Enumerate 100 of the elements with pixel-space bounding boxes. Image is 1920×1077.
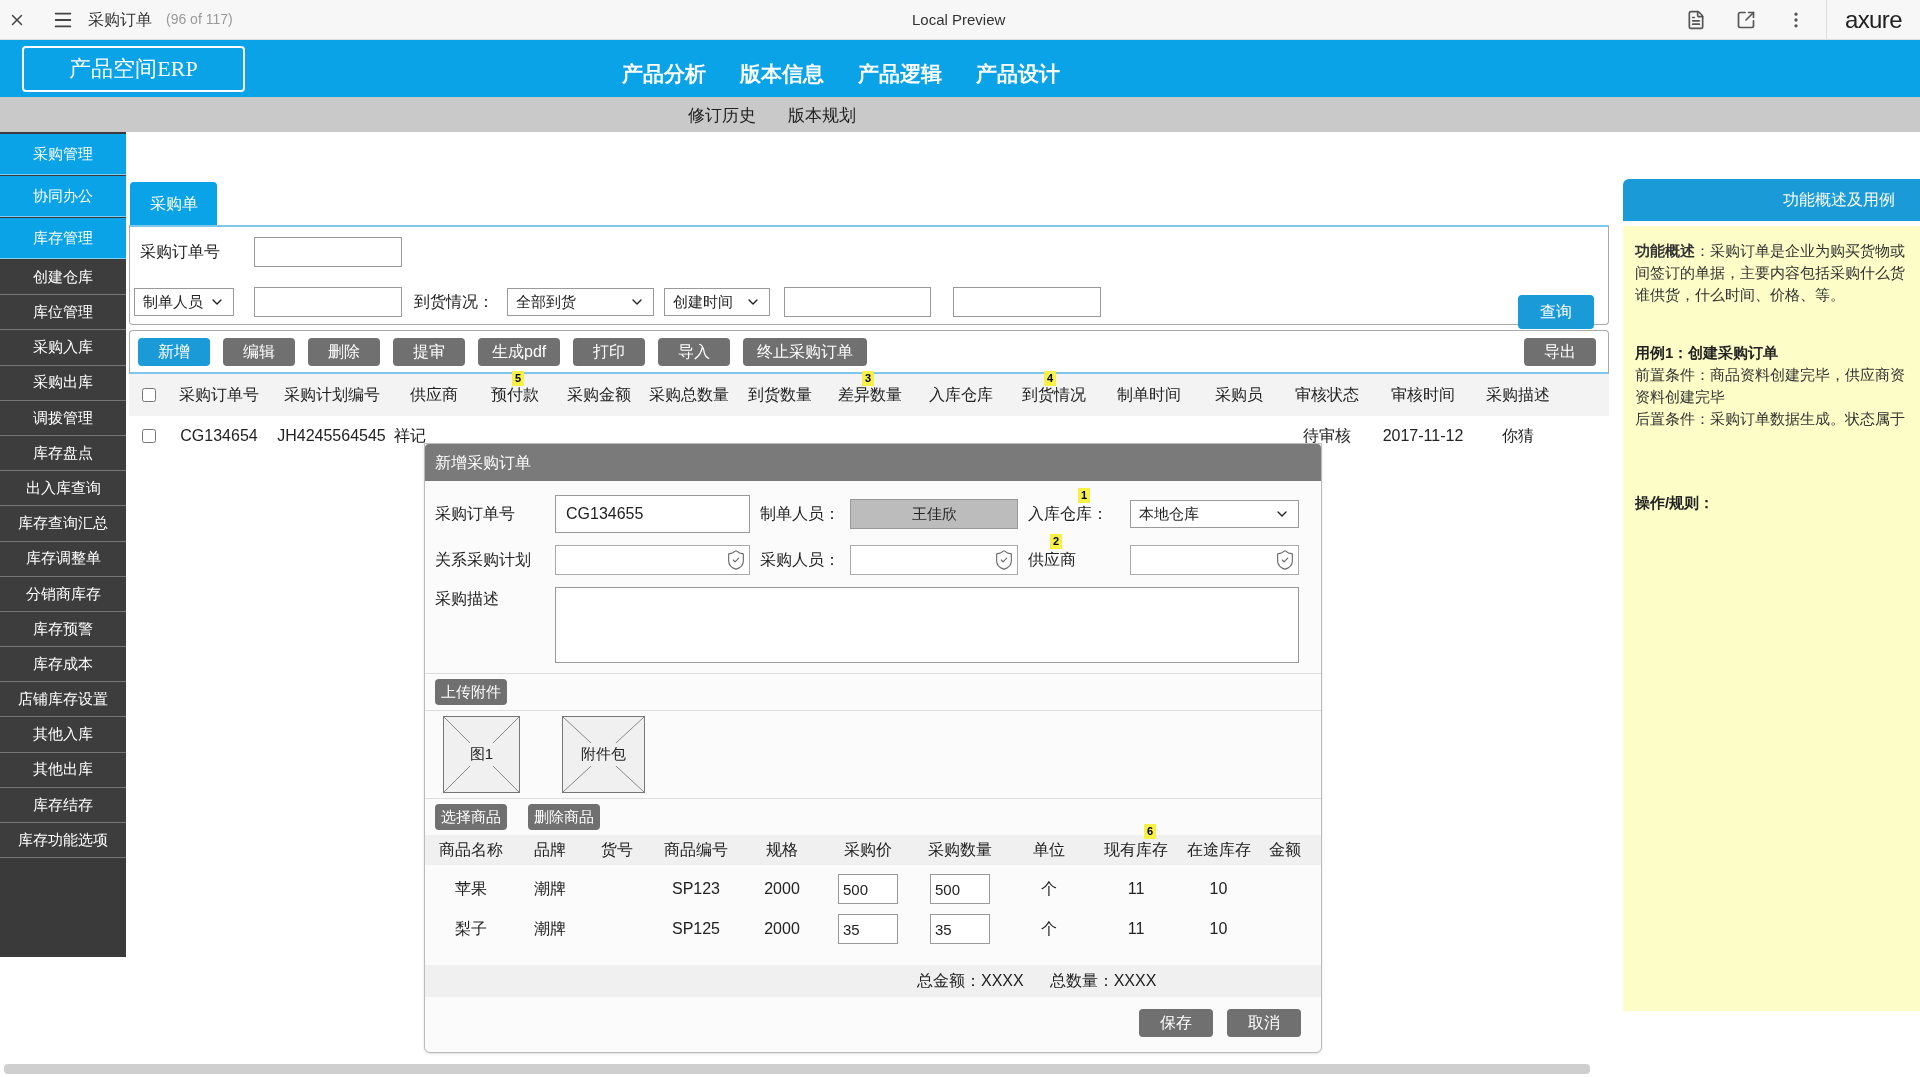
toolbar-button[interactable]: 生成pdf	[478, 337, 561, 366]
column-header: 采购员	[1214, 385, 1263, 405]
export-button[interactable]: 导出	[1524, 337, 1596, 366]
toolbar-button[interactable]: 提审	[393, 337, 465, 366]
shield-check-icon[interactable]	[993, 549, 1015, 571]
readonly-field: 王佳欣	[850, 499, 1018, 529]
column-header: 到货情况	[1021, 385, 1086, 405]
table-cell-text: 2000	[764, 879, 800, 899]
table-cell-text: SP123	[671, 879, 720, 899]
table-cell-text: 11	[1127, 919, 1145, 939]
column-header: 审核状态	[1295, 385, 1359, 405]
column-header: 到货数量	[748, 385, 812, 405]
note-badge: 5	[512, 371, 525, 386]
checkbox[interactable]	[142, 429, 156, 443]
total-text: 总金额：XXXX	[917, 971, 1024, 991]
table-cell-text: 潮牌	[533, 879, 566, 899]
sub-nav-link[interactable]: 版本规划	[788, 103, 856, 129]
column-header: 采购订单号	[179, 385, 259, 405]
note-badge: 2	[1050, 534, 1063, 549]
toolbar-button[interactable]: 终止采购订单	[743, 337, 868, 366]
column-header: 审核时间	[1391, 385, 1455, 405]
image-placeholder[interactable]: 附件包	[562, 716, 645, 793]
input-field[interactable]	[953, 287, 1101, 317]
shield-check-icon[interactable]	[1274, 549, 1296, 571]
toolbar-button[interactable]: 删除	[308, 337, 380, 366]
sub-nav-link[interactable]: 修订历史	[688, 103, 756, 129]
table-cell-text: 你猜	[1502, 426, 1534, 446]
column-header: 商品名称	[438, 840, 503, 860]
table-cell-text: 2017-11-12	[1382, 426, 1464, 446]
note-badge: 4	[1044, 371, 1057, 386]
table-cell-text: 潮牌	[533, 919, 566, 939]
table-cell-text: 苹果	[454, 879, 487, 899]
input-field[interactable]: CG134655	[555, 495, 750, 533]
table-cell-text: 个	[1041, 919, 1057, 939]
toolbar-button[interactable]: 打印	[573, 337, 646, 366]
notes-heading: 用例1：创建采购订单	[1635, 343, 1780, 363]
panel-title: 功能概述及用例	[1783, 190, 1895, 210]
total-text: 总数量：XXXX	[1049, 971, 1157, 991]
field-label: 制单人员：	[759, 505, 840, 522]
table-cell-text: 2000	[764, 919, 800, 939]
column-header: 差异数量	[838, 385, 902, 405]
note-badge: 1	[1078, 488, 1091, 503]
export-icon[interactable]	[1735, 9, 1756, 30]
dropdown-select[interactable]: 本地仓库	[1130, 500, 1299, 528]
field-label: 采购人员：	[759, 551, 840, 568]
upload-button[interactable]: 上传附件	[435, 679, 507, 705]
input-field[interactable]	[254, 237, 402, 267]
column-header: 单位	[1033, 840, 1065, 860]
dropdown-select[interactable]: 制单人员	[134, 288, 234, 316]
column-header: 品牌	[533, 840, 566, 860]
table-cell-text: 祥记	[394, 426, 426, 446]
goods-button[interactable]: 删除商品	[528, 804, 600, 830]
field-label: 到货情况：	[414, 292, 495, 312]
checkbox[interactable]	[142, 388, 156, 402]
dialog-button[interactable]: 取消	[1227, 1009, 1301, 1037]
dropdown-select[interactable]: 全部到货	[507, 288, 654, 316]
notes-text: 资料创建完毕	[1635, 387, 1726, 407]
column-header: 规格	[766, 840, 798, 860]
input-field[interactable]: 500	[930, 874, 990, 904]
shield-check-icon[interactable]	[725, 549, 747, 571]
field-label: 采购订单号	[435, 505, 515, 522]
notes-heading: 操作/规则：	[1635, 493, 1716, 513]
column-header: 预付款	[491, 385, 539, 405]
input-field[interactable]	[254, 287, 402, 317]
column-header: 采购数量	[928, 840, 992, 860]
column-header: 货号	[600, 840, 633, 860]
dialog-title: 新增采购订单	[435, 452, 531, 473]
notes-text: 后置条件：采购订单数据生成。状态属于	[1635, 409, 1906, 429]
input-field[interactable]: 35	[930, 914, 990, 944]
input-field[interactable]	[784, 287, 931, 317]
toolbar-button[interactable]: 编辑	[223, 337, 295, 366]
column-header: 金额	[1269, 840, 1301, 860]
column-header: 在途库存	[1186, 840, 1251, 860]
note-badge: 3	[862, 371, 875, 386]
column-header: 现有库存	[1104, 840, 1168, 860]
image-placeholder[interactable]: 图1	[443, 716, 520, 793]
column-header: 供应商	[410, 385, 458, 405]
goods-button[interactable]: 选择商品	[435, 804, 507, 830]
dropdown-select[interactable]: 创建时间	[664, 288, 770, 316]
brand-logo: axure	[1843, 4, 1903, 35]
column-header: 采购总数量	[648, 385, 729, 405]
column-header: 入库仓库	[929, 385, 993, 405]
column-header: 商品编号	[664, 840, 728, 860]
dialog-button[interactable]: 保存	[1139, 1009, 1213, 1037]
description-field[interactable]	[555, 587, 1299, 663]
notes-text: 功能概述：采购订单是企业为购买货物或	[1635, 241, 1906, 261]
table-cell-text: CG134654	[180, 426, 258, 446]
field-label: 供应商	[1027, 551, 1076, 568]
input-field[interactable]: 500	[838, 874, 898, 904]
picker-field[interactable]	[850, 545, 1018, 575]
page-title: 采购订单	[88, 9, 152, 30]
horizontal-scrollbar[interactable]	[4, 1064, 1590, 1074]
picker-field[interactable]	[555, 545, 750, 575]
picker-field[interactable]	[1130, 545, 1299, 575]
input-field[interactable]: 35	[838, 914, 898, 944]
preview-title: Local Preview	[912, 10, 1006, 30]
field-label: 入库仓库：	[1027, 505, 1108, 522]
field-label: 关系采购计划	[435, 551, 531, 568]
toolbar-button[interactable]: 导入	[658, 337, 731, 366]
column-header: 采购价	[844, 840, 892, 860]
